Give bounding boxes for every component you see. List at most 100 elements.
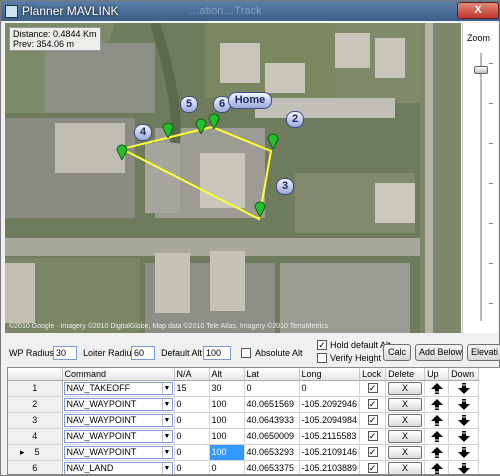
delete-button[interactable]: X xyxy=(388,413,423,427)
lat-cell[interactable]: 40.0651569 xyxy=(244,396,300,413)
na-cell[interactable]: 15 xyxy=(174,380,210,397)
waypoint-label-4[interactable]: 4 xyxy=(134,124,152,141)
waypoint-pin-4[interactable] xyxy=(116,142,128,160)
delete-cell[interactable]: X xyxy=(385,428,426,445)
table-row[interactable]: 1 NAV_TAKEOFF ▼ 15 30 0 0 ✓ X xyxy=(8,380,480,397)
long-cell[interactable]: -105.2109146 xyxy=(299,444,361,461)
waypoint-pin-5[interactable] xyxy=(162,120,174,138)
lock-checkbox[interactable]: ✓ xyxy=(367,431,378,441)
table-row[interactable]: 2 NAV_WAYPOINT ▼ 0 100 40.0651569 -105.2092946… xyxy=(8,396,480,413)
command-dropdown[interactable]: NAV_LAND ▼ xyxy=(63,461,173,474)
chevron-down-icon[interactable]: ▼ xyxy=(161,446,172,458)
waypoint-label-home[interactable]: Home xyxy=(228,92,272,109)
lat-cell[interactable]: 40.0650009 xyxy=(244,428,300,445)
waypoint-label-5[interactable]: 5 xyxy=(180,96,198,113)
command-cell[interactable]: NAV_LAND ▼ xyxy=(62,460,175,474)
lock-cell[interactable]: ✓ xyxy=(359,396,387,413)
move-down-icon[interactable] xyxy=(451,430,476,442)
table-row[interactable]: 4 NAV_WAYPOINT ▼ 0 100 40.0650009 -105.2115583… xyxy=(8,428,480,445)
up-cell[interactable] xyxy=(424,444,450,461)
delete-button[interactable]: X xyxy=(388,461,423,474)
lock-cell[interactable]: ✓ xyxy=(359,460,387,474)
long-cell[interactable]: 0 xyxy=(299,380,361,397)
move-up-icon[interactable] xyxy=(427,398,446,410)
close-button[interactable]: X xyxy=(457,2,499,19)
move-down-icon[interactable] xyxy=(451,398,476,410)
row-header[interactable]: 3 xyxy=(8,412,63,429)
lock-cell[interactable]: ✓ xyxy=(359,444,387,461)
waypoint-label-3[interactable]: 3 xyxy=(276,178,294,195)
delete-button[interactable]: X xyxy=(388,397,423,411)
alt-cell[interactable]: 30 xyxy=(209,380,245,397)
column-header-delete[interactable]: Delete xyxy=(385,368,426,381)
row-header[interactable]: 4 xyxy=(8,428,63,445)
na-cell[interactable]: 0 xyxy=(174,412,210,429)
zoom-track[interactable] xyxy=(480,53,482,321)
chevron-down-icon[interactable]: ▼ xyxy=(161,414,172,426)
lock-checkbox[interactable]: ✓ xyxy=(367,415,378,425)
add-below-button[interactable]: Add Below xyxy=(415,344,463,361)
alt-cell[interactable]: 100 xyxy=(209,428,245,445)
column-header-na[interactable]: N/A xyxy=(174,368,210,381)
delete-cell[interactable]: X xyxy=(385,396,426,413)
verify-height-checkbox[interactable] xyxy=(317,353,327,363)
down-cell[interactable] xyxy=(448,412,480,429)
row-header[interactable]: 2 xyxy=(8,396,63,413)
loiter-radius-input[interactable] xyxy=(131,346,155,360)
chevron-down-icon[interactable]: ▼ xyxy=(161,430,172,442)
lat-cell[interactable]: 40.0653375 xyxy=(244,460,300,474)
alt-cell[interactable]: 100 xyxy=(209,444,245,461)
wp-radius-input[interactable] xyxy=(53,346,77,360)
elevation-button[interactable]: Elevati xyxy=(467,344,500,361)
na-cell[interactable]: 0 xyxy=(174,444,210,461)
lock-checkbox[interactable]: ✓ xyxy=(367,463,378,473)
default-alt-input[interactable] xyxy=(203,346,231,360)
up-cell[interactable] xyxy=(424,428,450,445)
lat-cell[interactable]: 0 xyxy=(244,380,300,397)
move-down-icon[interactable] xyxy=(451,414,476,426)
delete-button[interactable]: X xyxy=(388,445,423,459)
long-cell[interactable]: -105.2115583 xyxy=(299,428,361,445)
down-cell[interactable] xyxy=(448,444,480,461)
column-header-command[interactable]: Command xyxy=(62,368,175,381)
command-dropdown[interactable]: NAV_TAKEOFF ▼ xyxy=(63,381,173,395)
lock-cell[interactable]: ✓ xyxy=(359,428,387,445)
calc-button[interactable]: Calc xyxy=(383,344,411,361)
chevron-down-icon[interactable]: ▼ xyxy=(161,462,172,474)
lock-cell[interactable]: ✓ xyxy=(359,380,387,397)
command-cell[interactable]: NAV_WAYPOINT ▼ xyxy=(62,444,175,461)
command-cell[interactable]: NAV_WAYPOINT ▼ xyxy=(62,396,175,413)
delete-cell[interactable]: X xyxy=(385,380,426,397)
up-cell[interactable] xyxy=(424,460,450,474)
lat-cell[interactable]: 40.0653293 xyxy=(244,444,300,461)
delete-cell[interactable]: X xyxy=(385,412,426,429)
home-pin[interactable] xyxy=(208,111,220,129)
na-cell[interactable]: 0 xyxy=(174,396,210,413)
alt-cell[interactable]: 0 xyxy=(209,460,245,474)
long-cell[interactable]: -105.2092946 xyxy=(299,396,361,413)
move-up-icon[interactable] xyxy=(427,382,446,394)
long-cell[interactable]: -105.2094984 xyxy=(299,412,361,429)
chevron-down-icon[interactable]: ▼ xyxy=(161,382,172,394)
command-cell[interactable]: NAV_WAYPOINT ▼ xyxy=(62,428,175,445)
table-row[interactable]: ▸ 5 NAV_WAYPOINT ▼ 0 100 40.0653293 -105.210914… xyxy=(8,444,480,461)
waypoint-pin-3[interactable] xyxy=(254,199,266,217)
command-dropdown[interactable]: NAV_WAYPOINT ▼ xyxy=(63,429,173,443)
hold-default-alt-checkbox[interactable]: ✓ xyxy=(317,340,327,350)
move-up-icon[interactable] xyxy=(427,446,446,458)
up-cell[interactable] xyxy=(424,412,450,429)
title-bar[interactable]: Planner MAVLINK …ation…Track X xyxy=(1,1,500,21)
chevron-down-icon[interactable]: ▼ xyxy=(161,398,172,410)
row-header[interactable]: ▸ 5 xyxy=(8,444,63,461)
lat-cell[interactable]: 40.0643933 xyxy=(244,412,300,429)
table-row[interactable]: 3 NAV_WAYPOINT ▼ 0 100 40.0643933 -105.2094984… xyxy=(8,412,480,429)
column-header-long[interactable]: Long xyxy=(299,368,361,381)
alt-cell[interactable]: 100 xyxy=(209,412,245,429)
down-cell[interactable] xyxy=(448,428,480,445)
lock-checkbox[interactable]: ✓ xyxy=(367,399,378,409)
down-cell[interactable] xyxy=(448,396,480,413)
command-cell[interactable]: NAV_WAYPOINT ▼ xyxy=(62,412,175,429)
waypoint-pin-6[interactable] xyxy=(195,116,207,134)
table-row[interactable]: 6 NAV_LAND ▼ 0 0 40.0653375 -105.2103889 ✓ X xyxy=(8,460,480,474)
column-header-alt[interactable]: Alt xyxy=(209,368,245,381)
